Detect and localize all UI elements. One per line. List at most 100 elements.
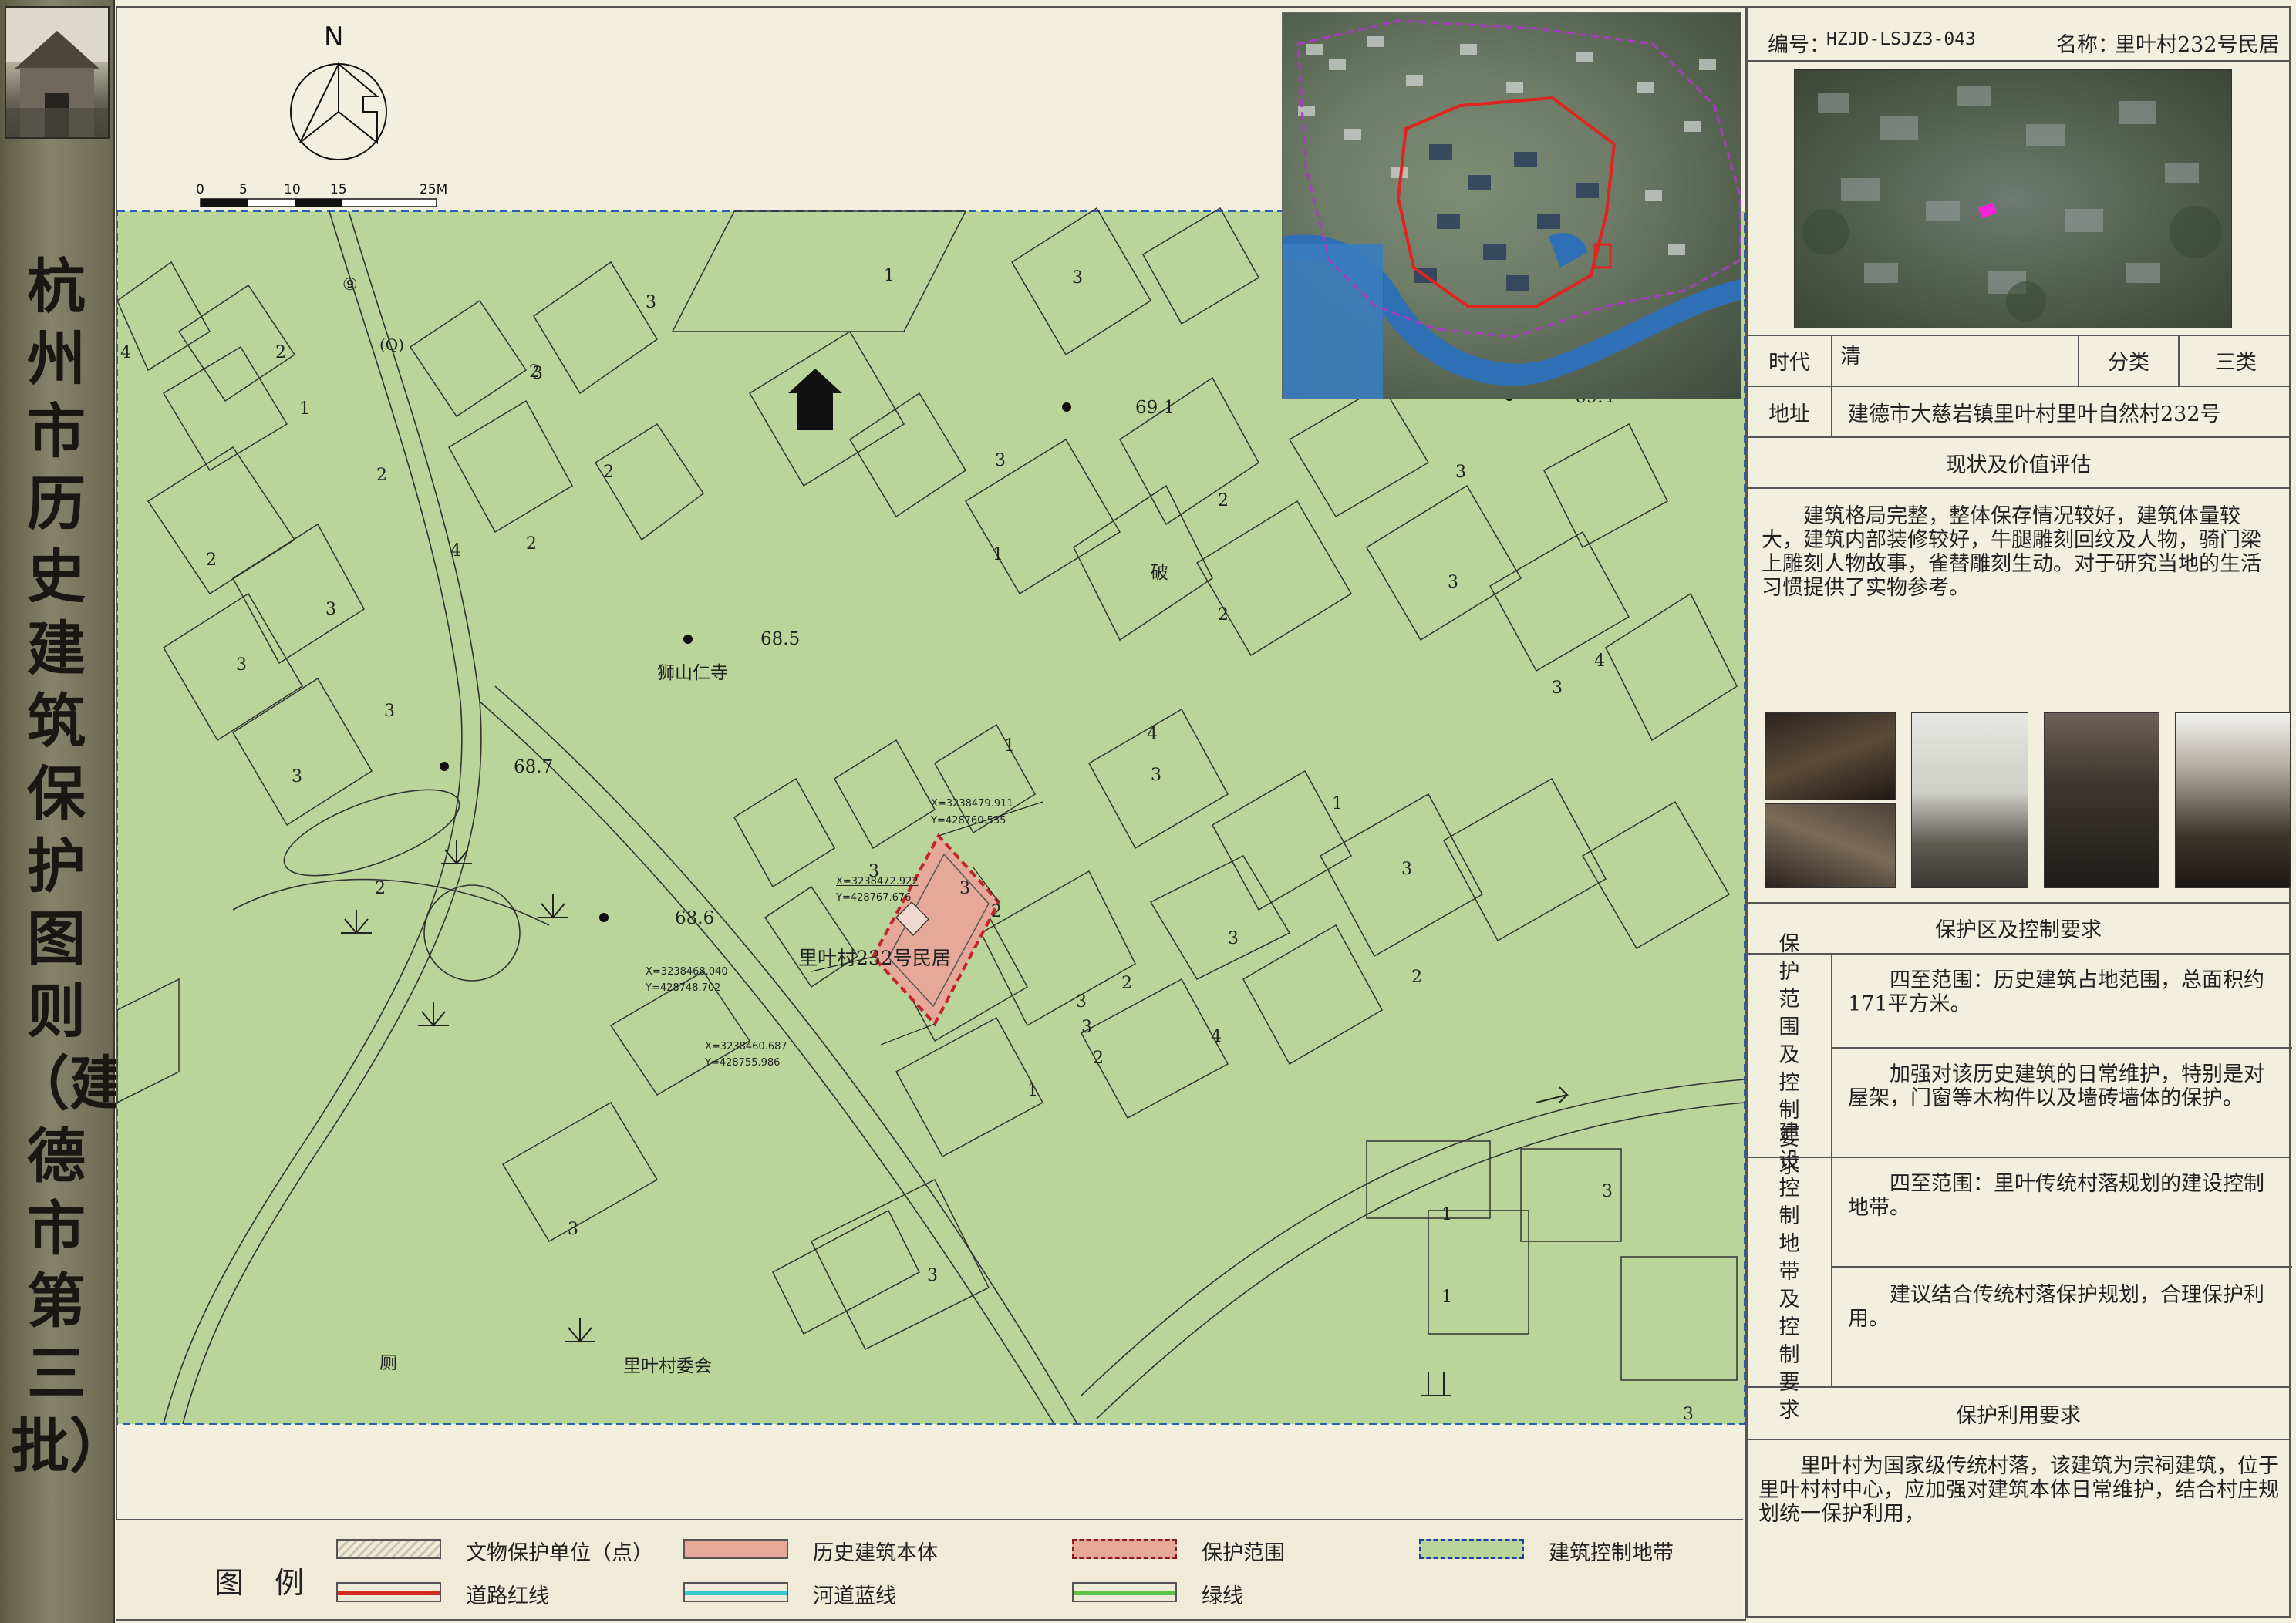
floor-label: 4: [450, 541, 461, 561]
aerial-photo[interactable]: [1794, 69, 2232, 328]
name-label: 名称：: [2056, 33, 2119, 57]
legend-swatch-building: [683, 1539, 788, 1559]
control-block: 建设控制地带及控制要求 四至范围：里叶传统村落规划的建设控制地带。 建议结合传统…: [1748, 1121, 2292, 1423]
floor-label: 3: [325, 600, 336, 619]
floor-label: 1: [993, 545, 1003, 564]
legend-label: 保护范围: [1202, 1541, 1285, 1565]
floor-label: 2: [1411, 968, 1422, 987]
city-gate-photo: [5, 6, 110, 139]
protection-block: 保护范围及控制要求 四至范围：历史建筑占地范围，总面积约171平方米。 加强对该…: [1748, 932, 2292, 1178]
floor-label: 3: [1401, 860, 1412, 879]
coord-y-2: Y=428767.676: [836, 892, 912, 904]
protection-range-cell: 四至范围：历史建筑占地范围，总面积约171平方米。: [1832, 955, 2292, 1049]
protection-req-text: 加强对该历史建筑的日常维护，特别是对屋架，门窗等木构件以及墙砖墙体的保护。: [1848, 1062, 2264, 1110]
use-heading-row: 保护利用要求: [1748, 1388, 2289, 1440]
floor-label: 2: [529, 362, 540, 382]
floor-label: 3: [1228, 929, 1239, 948]
floor-label: 2: [1121, 974, 1132, 993]
elevation-68-5: 68.5: [760, 629, 801, 649]
ruin-label: 破: [1151, 563, 1168, 583]
floor-label: 2: [526, 534, 537, 554]
floor-label: 3: [646, 293, 656, 312]
legend-label: 历史建筑本体: [813, 1541, 938, 1565]
use-text: 里叶村为国家级传统村落，该建筑为宗祠建筑，位于里叶村村中心，应加强对建筑本体日常…: [1758, 1454, 2279, 1526]
floor-label: 1: [1441, 1288, 1452, 1307]
floor-label: 3: [1683, 1405, 1694, 1424]
photo-interior-2[interactable]: [1765, 803, 1896, 888]
floor-label: 3: [995, 451, 1006, 470]
coord-x-3: X=3238468.040: [646, 966, 728, 978]
class-label: 分类: [2079, 335, 2180, 386]
address-label: 地址: [1748, 387, 1832, 436]
control-range-cell: 四至范围：里叶传统村落规划的建设控制地带。: [1832, 1158, 2292, 1268]
legend-swatch-road: [336, 1582, 441, 1602]
building-name-label[interactable]: 里叶村232号民居: [798, 943, 951, 971]
temple-label: 狮山仁寺: [657, 663, 728, 683]
floor-label: 3: [1455, 463, 1466, 482]
legend-label: 河道蓝线: [813, 1584, 896, 1608]
legend-label: 建筑控制地带: [1549, 1541, 1674, 1565]
floor-label: 3: [236, 655, 247, 675]
class-value: 三类: [2215, 350, 2257, 375]
legend-swatch-river: [683, 1582, 788, 1602]
road-label-q: (Q): [379, 335, 405, 354]
photo-doorway[interactable]: [2044, 712, 2159, 888]
legend-swatch-hatch: [336, 1539, 441, 1559]
floor-label: 2: [275, 343, 286, 362]
floor-label: 3: [292, 767, 302, 786]
floor-label: 2: [603, 463, 614, 482]
coord-y-1: Y=428760.535: [931, 815, 1006, 827]
floor-label: 3: [1151, 766, 1161, 785]
location-inset-map[interactable]: [1282, 12, 1741, 399]
floor-label: 2: [1218, 491, 1229, 510]
elevation-68-7: 68.7: [514, 757, 554, 777]
use-heading: 保护利用要求: [1956, 1403, 2081, 1428]
protection-range-text: 四至范围：历史建筑占地范围，总面积约171平方米。: [1848, 968, 2264, 1016]
legend: 图 例 文物保护单位（点） 历史建筑本体 保护范围 建筑控制地带 道路红线 河道…: [116, 1519, 1743, 1619]
legend-label: 绿线: [1202, 1584, 1243, 1608]
address-row: 地址 建德市大慈岩镇里叶村里叶自然村232号: [1748, 387, 2289, 438]
legend-swatch-green: [1072, 1582, 1177, 1602]
code-value: HZJD-LSJZ3-043: [1826, 29, 1976, 49]
photo-exterior[interactable]: [1911, 712, 2028, 888]
address-value: 建德市大慈岩镇里叶村里叶自然村232号: [1848, 402, 2221, 426]
zone-heading: 保护区及控制要求: [1935, 918, 2102, 942]
era-label: 时代: [1748, 335, 1832, 386]
coord-y-4: Y=428755.986: [705, 1057, 781, 1069]
floor-label: 3: [568, 1220, 578, 1239]
floor-label: 1: [1004, 736, 1015, 756]
floor-label: 3: [384, 702, 395, 721]
control-range-text: 四至范围：里叶传统村落规划的建设控制地带。: [1848, 1172, 2264, 1220]
photo-interior-1[interactable]: [1765, 712, 1896, 800]
panel-header-row: 编号： HZJD-LSJZ3-043 名称： 里叶村232号民居: [1748, 8, 2289, 62]
coord-y-3: Y=428748.702: [646, 982, 721, 994]
floor-label: 2: [1093, 1049, 1104, 1068]
floor-label: 1: [299, 399, 310, 419]
name-value: 里叶村232号民居: [2115, 33, 2280, 57]
legend-label: 文物保护单位（点）: [466, 1541, 653, 1565]
floor-label: 2: [1218, 605, 1229, 625]
floor-label: 3: [1448, 573, 1458, 592]
floor-label: 1: [1027, 1081, 1038, 1100]
village-committee-label: 里叶村委会: [623, 1356, 712, 1376]
floor-label: 4: [1594, 652, 1605, 671]
elevation-69-1: 69.1: [1135, 398, 1175, 418]
floor-label: 1: [884, 266, 895, 285]
photo-roof-beam[interactable]: [2175, 712, 2291, 888]
floor-label: 2: [206, 551, 217, 570]
road-label-9: ⑨: [342, 275, 358, 295]
floor-label: 3: [927, 1266, 938, 1285]
status-text: 建筑格局完整，整体保存情况较好，建筑体量较大，建筑内部装修较好，牛腿雕刻回纹及人…: [1762, 504, 2261, 600]
site-plan-map[interactable]: N 0 5 10 15 25M 里叶村232号民居 X=3238479.911 …: [116, 6, 1746, 1621]
floor-label: 3: [1602, 1182, 1613, 1201]
floor-label: 4: [120, 343, 131, 362]
legend-swatch-control: [1419, 1539, 1524, 1559]
floor-label: 3: [1076, 992, 1087, 1012]
control-req-text: 建议结合传统村落保护规划，合理保护利用。: [1848, 1283, 2264, 1331]
floor-label: 3: [959, 879, 970, 898]
status-heading: 现状及价值评估: [1945, 453, 2092, 477]
zone-heading-row: 保护区及控制要求: [1748, 902, 2289, 955]
floor-label: 4: [1147, 725, 1158, 744]
floor-label: 3: [868, 862, 879, 881]
floor-label: 2: [375, 879, 386, 898]
